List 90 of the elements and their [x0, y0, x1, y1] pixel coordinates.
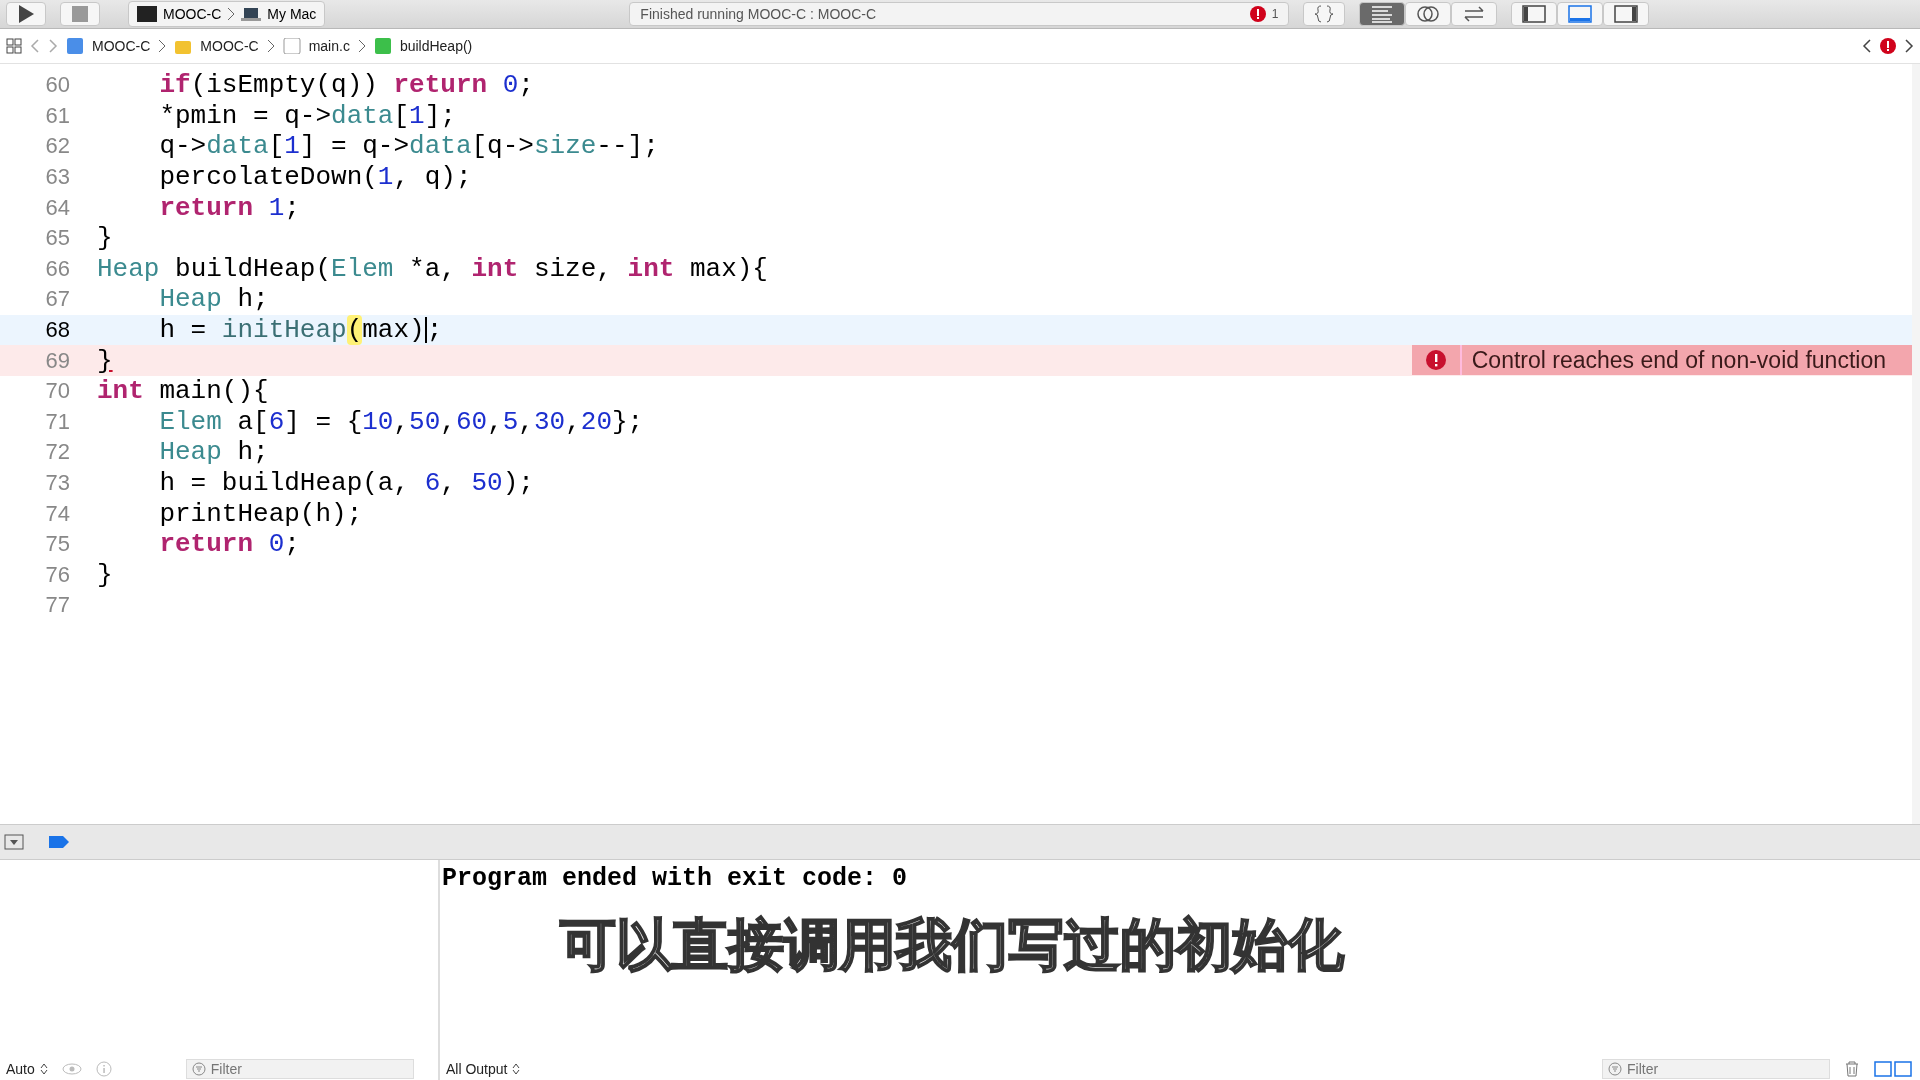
chevron-icon	[227, 7, 236, 21]
line-number: 64	[44, 194, 70, 221]
breakpoint-icon[interactable]	[48, 835, 70, 849]
right-panel-icon	[1614, 5, 1639, 23]
code-line: Heap h;	[158, 437, 269, 468]
play-icon	[17, 4, 35, 24]
scheme-name[interactable]: MOOC-C	[163, 6, 222, 22]
lines-icon	[1370, 5, 1395, 23]
code-line: return 1;	[158, 192, 300, 223]
filter-icon	[1608, 1062, 1622, 1076]
line-number: 76	[44, 561, 70, 588]
code-line: h = buildHeap(a, 6, 50);	[158, 468, 534, 498]
updown-icon	[512, 1063, 521, 1075]
breadcrumb[interactable]: main.c	[308, 38, 350, 54]
back-icon[interactable]	[30, 38, 40, 54]
error-count: 1	[1271, 7, 1279, 21]
error-icon	[1880, 38, 1896, 54]
line-number: 70	[44, 378, 70, 405]
line-number: 62	[44, 133, 70, 160]
scope-selector[interactable]: Auto	[6, 1061, 48, 1077]
line-number: 61	[44, 102, 70, 129]
error-icon	[1249, 6, 1266, 22]
code-line: int main(){	[97, 376, 269, 407]
status-text: Finished running MOOC-C : MOOC-C	[640, 6, 877, 22]
code-line: }	[97, 345, 113, 376]
rings-icon	[1416, 4, 1441, 24]
chevron-icon	[357, 38, 366, 54]
code-line: h = initHeap(max);	[158, 315, 443, 346]
code-line: Heap buildHeap(Elem *a, int size, int max){	[97, 253, 768, 284]
stop-button[interactable]	[60, 2, 100, 26]
destination-name[interactable]: My Mac	[267, 6, 317, 22]
grid-icon[interactable]	[6, 38, 22, 54]
line-number: 69	[44, 347, 70, 374]
code-line: printHeap(h);	[158, 498, 363, 529]
utilities-toggle[interactable]	[1603, 2, 1650, 26]
chevron-icon	[266, 38, 275, 54]
version-editor-button[interactable]	[1451, 2, 1498, 26]
code-line: percolateDown(1, q);	[158, 162, 472, 193]
line-number: 75	[44, 531, 70, 558]
code-line: Heap h;	[158, 284, 269, 315]
file-icon	[282, 38, 301, 54]
code-line: q->data[1] = q->data[q->size--];	[158, 131, 659, 162]
code-line: *pmin = q->data[1];	[158, 100, 456, 131]
stop-icon	[72, 6, 88, 22]
braces-button[interactable]	[1303, 2, 1346, 26]
filter-field[interactable]: Filter	[185, 1059, 414, 1079]
code-line: return 0;	[158, 529, 300, 560]
standard-editor-button[interactable]	[1359, 2, 1406, 26]
hide-debug-icon[interactable]	[4, 834, 24, 850]
line-number: 68	[44, 317, 70, 344]
laptop-icon	[241, 7, 262, 21]
output-selector[interactable]: All Output	[446, 1061, 521, 1077]
subtitle: 可以直接调用我们写过的初始化	[560, 911, 1344, 979]
debug-area-toggle[interactable]	[1557, 2, 1604, 26]
filter-field[interactable]: Filter	[1602, 1059, 1830, 1079]
line-number: 73	[44, 470, 70, 496]
line-number: 72	[44, 439, 70, 466]
line-number: 77	[44, 592, 70, 619]
line-number: 63	[44, 164, 70, 191]
error-icon	[1425, 350, 1446, 371]
navigator-toggle[interactable]	[1511, 2, 1558, 26]
chevron-icon	[158, 38, 167, 54]
console-output: Program ended with exit code: 0	[442, 864, 908, 893]
previous-issue-icon[interactable]	[1862, 38, 1872, 54]
line-number: 66	[44, 255, 70, 282]
line-number: 71	[44, 408, 70, 435]
bottom-panel-icon	[1568, 5, 1593, 23]
line-number: 74	[44, 500, 70, 527]
left-panel-icon	[1522, 5, 1547, 23]
code-line: if(isEmpty(q)) return 0;	[158, 70, 534, 101]
run-button[interactable]	[6, 2, 46, 26]
folder-icon	[174, 38, 193, 54]
line-number: 67	[44, 286, 70, 313]
code-line: }	[97, 223, 113, 254]
breadcrumb[interactable]: MOOC-C	[92, 38, 151, 54]
split-view-icon[interactable]	[1874, 1061, 1914, 1077]
braces-icon	[1314, 5, 1335, 23]
next-issue-icon[interactable]	[1904, 38, 1914, 54]
updown-icon	[39, 1063, 48, 1075]
error-annotation[interactable]: Control reaches end of non-void function	[1411, 345, 1912, 376]
line-number: 65	[44, 225, 70, 252]
trash-icon[interactable]	[1844, 1061, 1860, 1077]
code-line: Elem a[6] = {10,50,60,5,30,20};	[158, 406, 644, 437]
breadcrumb[interactable]: buildHeap()	[399, 38, 473, 54]
forward-icon[interactable]	[48, 38, 58, 54]
filter-icon	[191, 1062, 206, 1076]
code-line: }	[97, 559, 113, 590]
line-number: 60	[44, 72, 70, 99]
breadcrumb[interactable]: MOOC-C	[200, 38, 259, 54]
assistant-editor-button[interactable]	[1405, 2, 1452, 26]
